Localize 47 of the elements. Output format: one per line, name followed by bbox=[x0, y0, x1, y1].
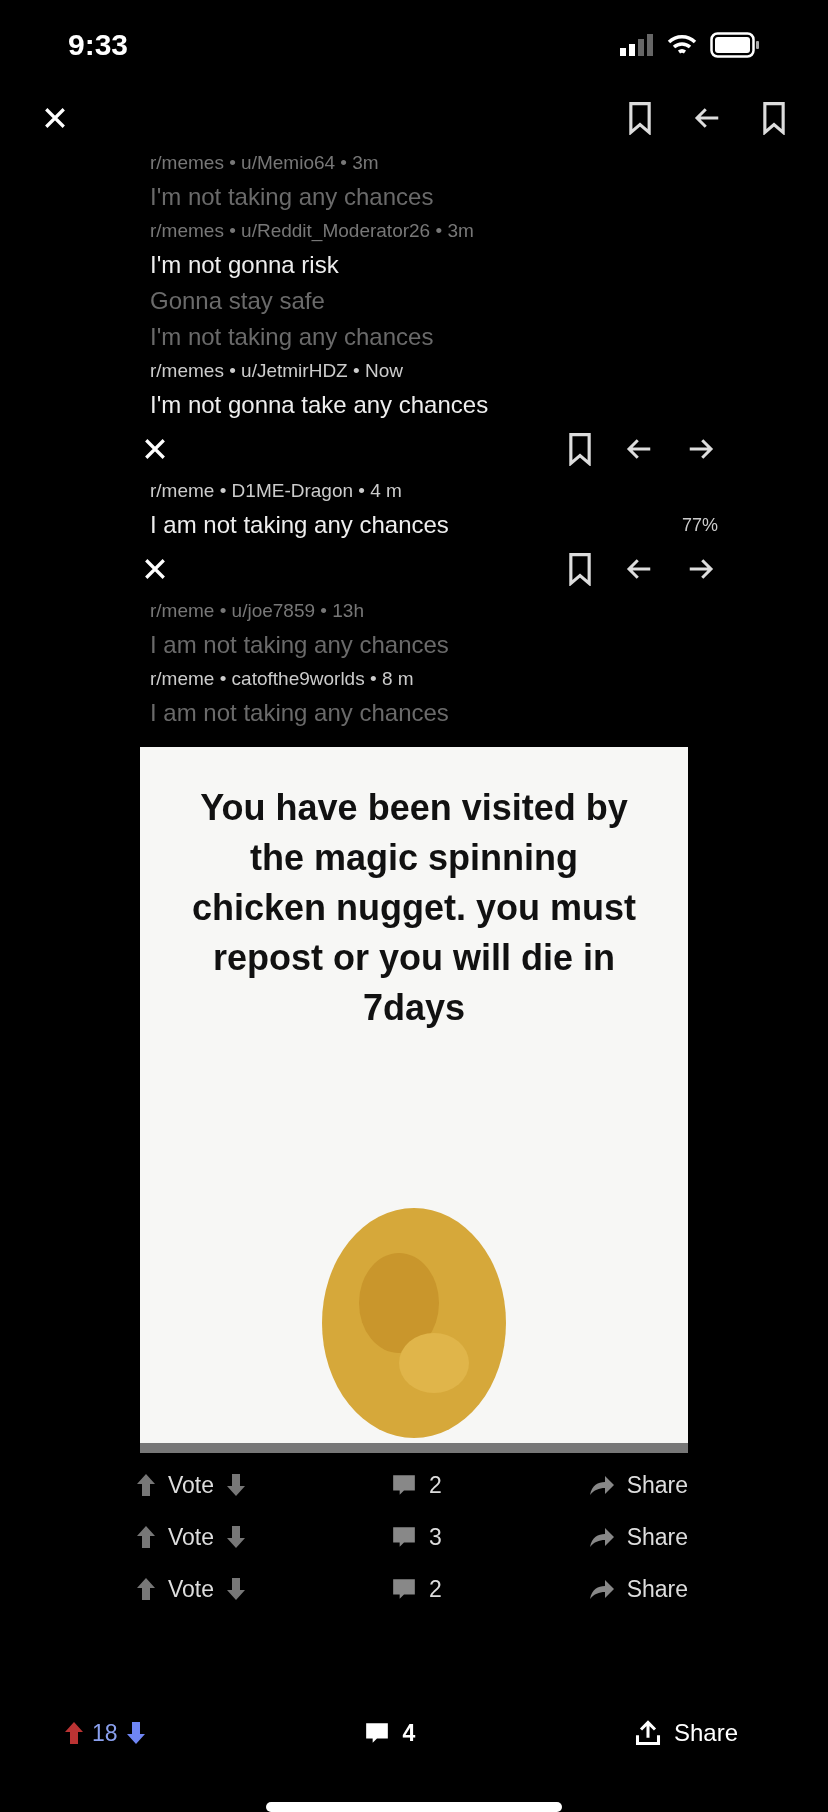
comment-count: 2 bbox=[428, 1574, 442, 1604]
upvote-icon[interactable] bbox=[136, 1577, 156, 1601]
post-title: Gonna stay safe bbox=[150, 286, 325, 316]
share-icon bbox=[633, 1719, 662, 1748]
share-label: Share bbox=[626, 1574, 688, 1604]
comment-count: 4 bbox=[402, 1719, 416, 1749]
post-title: I'm not gonna risk bbox=[150, 250, 339, 280]
downvote-icon[interactable] bbox=[125, 1721, 146, 1746]
post-title: I am not taking any chances bbox=[150, 630, 449, 660]
post-title: I'm not gonna take any chances bbox=[150, 390, 489, 420]
bookmark-icon[interactable] bbox=[760, 101, 788, 136]
post-title: I am not taking any chances bbox=[150, 698, 449, 728]
downvote-icon[interactable] bbox=[226, 1577, 247, 1601]
post-meta: r/meme • D1ME-Dragon • 4 m bbox=[150, 478, 402, 503]
signal-icon bbox=[620, 33, 654, 56]
vote-label: Vote bbox=[168, 1470, 215, 1500]
comment-count: 3 bbox=[428, 1522, 442, 1552]
comment-icon[interactable] bbox=[390, 1525, 417, 1549]
post-meta: r/meme • u/joe7859 • 13h bbox=[150, 598, 364, 623]
downvote-icon[interactable] bbox=[226, 1473, 247, 1497]
post-meta: r/meme • catofthe9worlds • 8 m bbox=[150, 666, 414, 691]
comment-icon[interactable] bbox=[390, 1577, 417, 1601]
post-title: I am not taking any chances bbox=[150, 510, 449, 540]
post-meta: r/memes • u/Reddit_Moderator26 • 3m bbox=[150, 218, 474, 244]
bookmark-icon[interactable] bbox=[566, 552, 594, 586]
vote-score: 18 bbox=[92, 1719, 118, 1749]
post-title: I'm not taking any chances bbox=[150, 182, 434, 212]
bookmark-icon[interactable] bbox=[626, 101, 654, 136]
upvote-icon[interactable] bbox=[64, 1721, 84, 1746]
post-meta: r/memes • u/JetmirHDZ • Now bbox=[150, 358, 403, 383]
downvote-icon[interactable] bbox=[226, 1525, 247, 1549]
post-meta: r/memes • u/Memio64 • 3m bbox=[150, 150, 379, 175]
status-time: 9:33 bbox=[68, 27, 129, 64]
comment-count: 2 bbox=[428, 1470, 442, 1500]
upvote-icon[interactable] bbox=[136, 1473, 156, 1497]
bookmark-icon[interactable] bbox=[566, 432, 594, 466]
comment-icon[interactable] bbox=[390, 1473, 417, 1497]
battery-level: 77% bbox=[681, 513, 718, 537]
battery-icon bbox=[710, 31, 760, 58]
share-button[interactable]: Share bbox=[633, 1715, 738, 1752]
meme-caption: You have been visited by the magic spinning chicken nugget. you must repost or you will die in 7days bbox=[190, 786, 638, 1030]
share-label: Share bbox=[626, 1470, 688, 1500]
vote-label: Vote bbox=[168, 1574, 215, 1604]
share-label: Share bbox=[626, 1522, 688, 1552]
upvote-icon[interactable] bbox=[136, 1525, 156, 1549]
vote-label: Vote bbox=[168, 1522, 215, 1552]
post-title: I'm not taking any chances bbox=[150, 322, 434, 352]
